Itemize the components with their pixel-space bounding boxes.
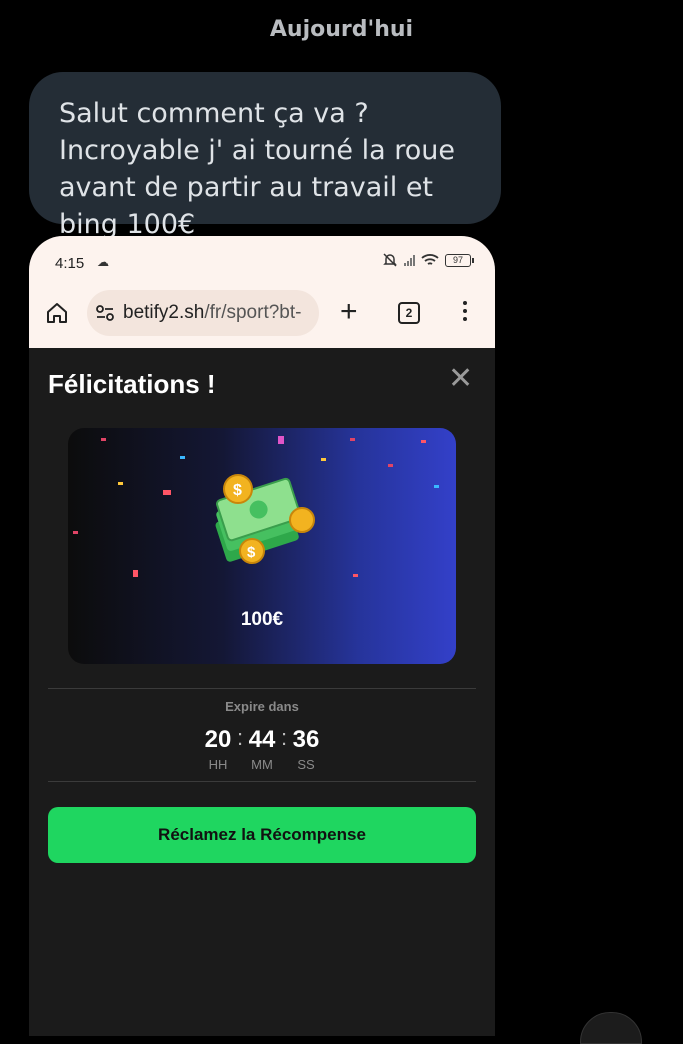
timer-hours: 20 bbox=[204, 726, 232, 753]
screenshot-attachment[interactable]: 4:15 ☁ 97 betify2.sh/fr/sport?bt- + 2 Fé… bbox=[29, 236, 495, 1036]
chat-message-text: Salut comment ça va ? Incroyable j' ai t… bbox=[59, 98, 455, 240]
confetti bbox=[101, 438, 106, 441]
confetti bbox=[434, 485, 439, 488]
divider bbox=[48, 688, 476, 689]
chat-message-bubble[interactable]: Salut comment ça va ? Incroyable j' ai t… bbox=[29, 72, 501, 240]
confetti bbox=[353, 574, 358, 577]
reward-banner: $ $ 100€ bbox=[68, 428, 456, 664]
timer-minutes-label: MM bbox=[251, 757, 273, 772]
confetti bbox=[73, 531, 78, 534]
popup-title: Félicitations ! bbox=[48, 369, 216, 399]
url-text: betify2.sh/fr/sport?bt- bbox=[123, 302, 311, 324]
phone-status-bar: 4:15 ☁ 97 bbox=[29, 236, 495, 288]
confetti bbox=[163, 490, 171, 495]
browser-toolbar: betify2.sh/fr/sport?bt- + 2 bbox=[29, 288, 495, 348]
confetti bbox=[321, 458, 326, 461]
divider bbox=[48, 781, 476, 782]
svg-text:$: $ bbox=[247, 544, 256, 561]
reward-amount: 100€ bbox=[240, 609, 284, 630]
site-settings-icon[interactable] bbox=[95, 304, 115, 322]
confetti bbox=[278, 436, 284, 444]
timer-seconds: 36 bbox=[292, 726, 320, 753]
signal-icon bbox=[404, 254, 415, 266]
url-domain: betify2.sh bbox=[123, 302, 205, 323]
more-icon[interactable] bbox=[463, 301, 467, 325]
timer-seconds-label: SS bbox=[297, 757, 315, 772]
home-icon[interactable] bbox=[45, 301, 69, 325]
confetti bbox=[421, 440, 426, 443]
scroll-button[interactable] bbox=[580, 1012, 642, 1044]
svg-text:$: $ bbox=[233, 482, 242, 499]
date-label: Aujourd'hui bbox=[269, 17, 414, 42]
confetti bbox=[388, 464, 393, 467]
wifi-icon bbox=[421, 254, 439, 265]
expire-label: Expire dans bbox=[225, 699, 299, 714]
confetti bbox=[180, 456, 185, 459]
timer-hours-label: HH bbox=[208, 757, 228, 772]
bell-muted-icon bbox=[383, 253, 397, 267]
confetti bbox=[133, 570, 138, 577]
cloud-icon: ☁ bbox=[97, 255, 109, 269]
confetti bbox=[118, 482, 123, 485]
close-icon[interactable]: ✕ bbox=[448, 364, 473, 394]
confetti bbox=[350, 438, 355, 441]
url-path: /fr/sport?bt- bbox=[204, 302, 302, 323]
timer-minutes: 44 bbox=[248, 726, 276, 753]
address-bar[interactable]: betify2.sh/fr/sport?bt- bbox=[87, 290, 319, 336]
countdown-timer: 20 HH : 44 MM : 36 SS bbox=[29, 726, 495, 773]
money-icon: $ $ bbox=[215, 474, 315, 564]
tabs-icon[interactable]: 2 bbox=[398, 302, 420, 324]
plus-icon[interactable]: + bbox=[340, 294, 358, 330]
battery-icon: 97 bbox=[445, 253, 474, 267]
claim-reward-button[interactable]: Réclamez la Récompense bbox=[48, 807, 476, 863]
status-time: 4:15 bbox=[55, 255, 85, 272]
